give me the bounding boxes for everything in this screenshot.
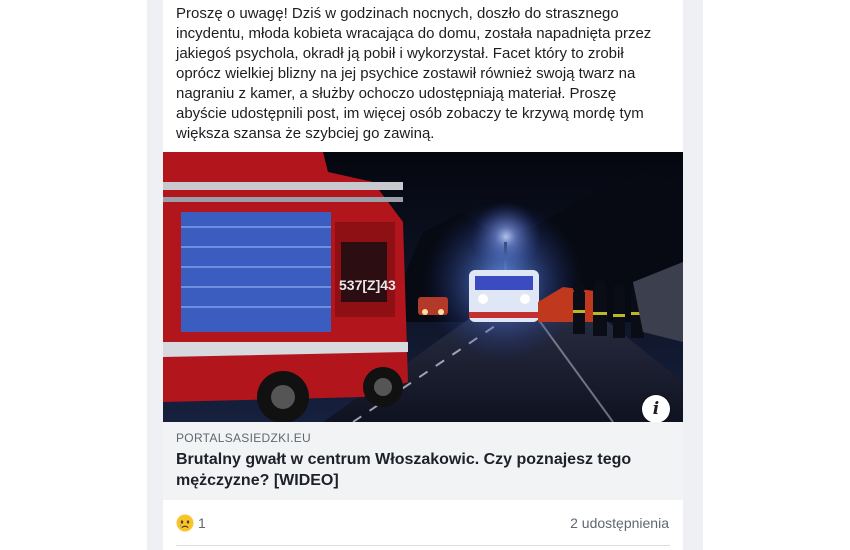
- left-gutter: [147, 0, 163, 550]
- info-icon[interactable]: i: [642, 395, 670, 422]
- reaction-count[interactable]: 1: [198, 515, 206, 531]
- link-preview-image[interactable]: 537[Z]43 i: [163, 152, 683, 422]
- post-text: Proszę o uwagę! Dziś w godzinach nocnych…: [176, 5, 652, 142]
- engagement-bar: 1 2 udostępnienia: [163, 500, 683, 546]
- shares-count[interactable]: 2 udostępnienia: [570, 515, 669, 531]
- sad-reaction-icon[interactable]: [176, 514, 194, 532]
- link-preview-caption[interactable]: PORTALSASIEDZKI.EU Brutalny gwałt w cent…: [163, 422, 683, 500]
- post-card: Proszę o uwagę! Dziś w godzinach nocnych…: [163, 0, 683, 550]
- divider: [176, 545, 670, 546]
- truck-number: 537[Z]43: [339, 277, 396, 293]
- night-accident-scene: 537[Z]43: [163, 152, 683, 422]
- right-gutter: [683, 0, 703, 550]
- link-domain: PORTALSASIEDZKI.EU: [176, 431, 311, 445]
- link-headline[interactable]: Brutalny gwałt w centrum Włoszakowic. Cz…: [176, 449, 671, 491]
